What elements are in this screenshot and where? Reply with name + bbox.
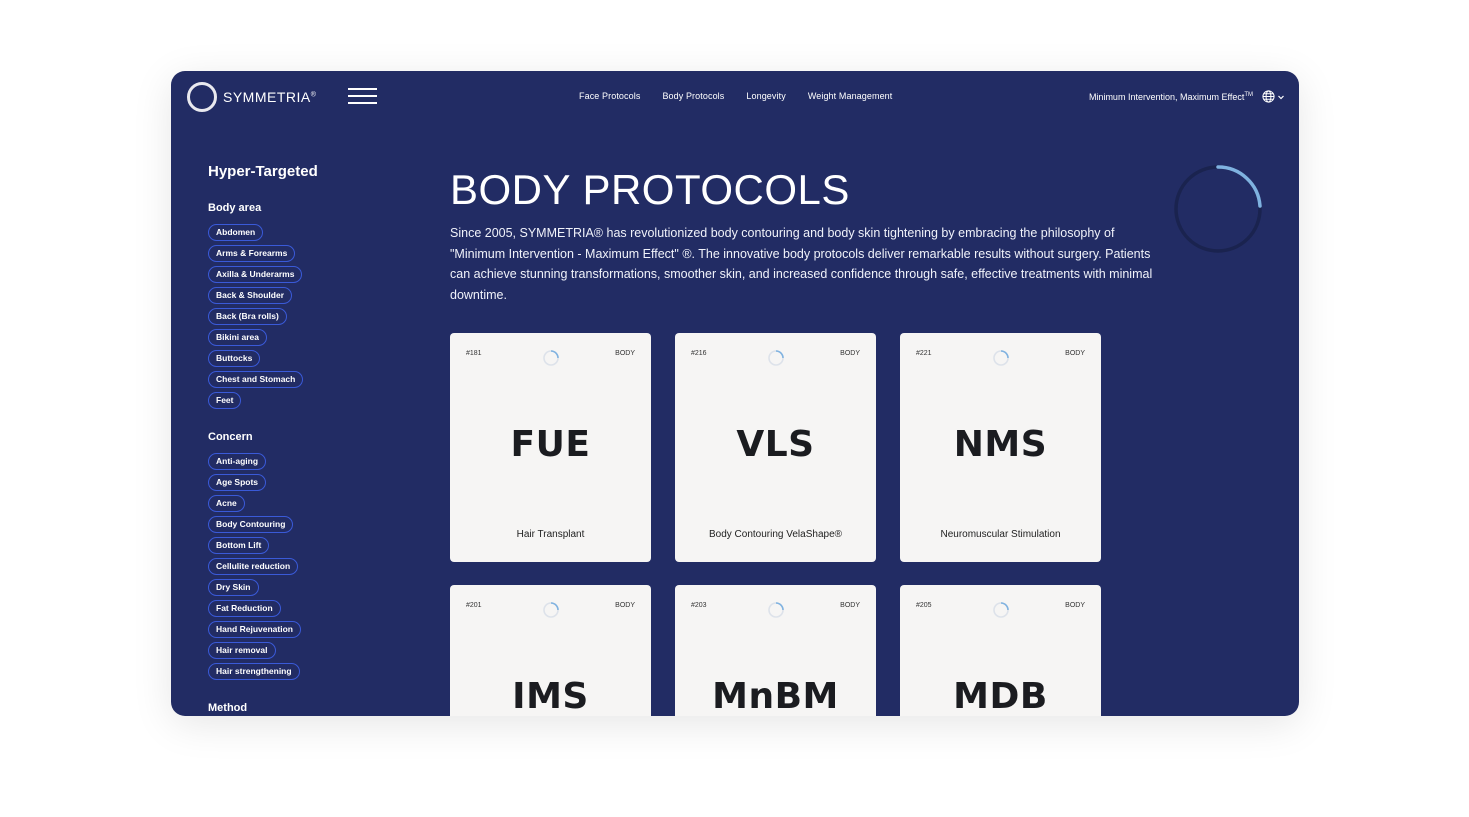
nav-longevity[interactable]: Longevity <box>746 91 785 101</box>
top-nav: Face Protocols Body Protocols Longevity … <box>579 91 892 101</box>
card-number: #181 <box>466 350 482 357</box>
card-tag: BODY <box>615 350 635 357</box>
nav-body-protocols[interactable]: Body Protocols <box>662 91 724 101</box>
card-code: NMS <box>953 424 1048 465</box>
filter-sidebar: Hyper-Targeted Body area Abdomen Arms & … <box>208 163 408 716</box>
chip-bikini-area[interactable]: Bikini area <box>208 329 267 346</box>
nav-face-protocols[interactable]: Face Protocols <box>579 91 640 101</box>
card-code: IMS <box>512 676 589 716</box>
chip-axilla-underarms[interactable]: Axilla & Underarms <box>208 266 303 283</box>
body-area-chips: Abdomen Arms & Forearms Axilla & Underar… <box>208 224 408 409</box>
card-number: #203 <box>691 602 707 609</box>
protocol-card[interactable]: #181 BODY FUE Hair Transplant <box>450 333 651 562</box>
card-number: #201 <box>466 602 482 609</box>
concern-chips: Anti-aging Age Spots Acne Body Contourin… <box>208 453 408 680</box>
card-tag: BODY <box>615 602 635 609</box>
protocol-card[interactable]: #201 BODY IMS <box>450 585 651 716</box>
card-spinner-icon <box>768 350 784 366</box>
chip-feet[interactable]: Feet <box>208 392 242 409</box>
chip-back-shoulder[interactable]: Back & Shoulder <box>208 287 293 304</box>
chip-fat-reduction[interactable]: Fat Reduction <box>208 600 281 617</box>
chip-body-contouring[interactable]: Body Contouring <box>208 516 294 533</box>
card-code: MnBM <box>712 676 839 716</box>
card-tag: BODY <box>1065 350 1085 357</box>
card-number: #221 <box>916 350 932 357</box>
chip-buttocks[interactable]: Buttocks <box>208 350 261 367</box>
logo-ring-icon <box>187 82 217 112</box>
sidebar-title: Hyper-Targeted <box>208 163 318 180</box>
chip-hand-rejuvenation[interactable]: Hand Rejuvenation <box>208 621 301 638</box>
chip-abdomen[interactable]: Abdomen <box>208 224 264 241</box>
card-spinner-icon <box>993 602 1009 618</box>
card-code: MDB <box>953 676 1048 716</box>
chip-hair-removal[interactable]: Hair removal <box>208 642 276 659</box>
chip-back-bra-rolls[interactable]: Back (Bra rolls) <box>208 308 287 325</box>
app-window: SYMMETRIA® Face Protocols Body Protocols… <box>171 71 1299 716</box>
chip-hair-strengthening[interactable]: Hair strengthening <box>208 663 300 680</box>
card-tag: BODY <box>1065 602 1085 609</box>
card-tag: BODY <box>840 602 860 609</box>
card-name: Body Contouring VelaShape® <box>708 529 843 540</box>
language-selector[interactable] <box>1262 90 1285 103</box>
card-number: #205 <box>916 602 932 609</box>
card-code: VLS <box>736 424 815 465</box>
nav-weight-management[interactable]: Weight Management <box>808 91 893 101</box>
card-spinner-icon <box>993 350 1009 366</box>
protocol-card[interactable]: #205 BODY MDB <box>900 585 1101 716</box>
card-spinner-icon <box>543 350 559 366</box>
tagline: Minimum Intervention, Maximum EffectTM <box>1088 92 1253 102</box>
card-code: FUE <box>510 424 591 465</box>
card-number: #216 <box>691 350 707 357</box>
chip-dry-skin[interactable]: Dry Skin <box>208 579 259 596</box>
logo-text: SYMMETRIA® <box>223 89 317 105</box>
globe-icon <box>1262 90 1275 103</box>
protocol-card[interactable]: #216 BODY VLS Body Contouring VelaShape® <box>675 333 876 562</box>
chip-bottom-lift[interactable]: Bottom Lift <box>208 537 270 554</box>
loading-spinner-icon <box>1174 165 1262 253</box>
card-tag: BODY <box>840 350 860 357</box>
protocol-card[interactable]: #203 BODY MnBM <box>675 585 876 716</box>
card-name: Neuromuscular Stimulation <box>940 529 1061 540</box>
chip-acne[interactable]: Acne <box>208 495 245 512</box>
card-name: Hair Transplant <box>516 529 585 540</box>
concern-heading: Concern <box>208 431 253 443</box>
chip-anti-aging[interactable]: Anti-aging <box>208 453 267 470</box>
chip-cellulite-reduction[interactable]: Cellulite reduction <box>208 558 299 575</box>
intro-text: Since 2005, SYMMETRIA® has revolutionize… <box>450 226 1153 303</box>
chip-arms-forearms[interactable]: Arms & Forearms <box>208 245 296 262</box>
page-title: BODY PROTOCOLS <box>450 166 850 213</box>
card-spinner-icon <box>543 602 559 618</box>
body-area-heading: Body area <box>208 202 262 214</box>
chip-chest-stomach[interactable]: Chest and Stomach <box>208 371 304 388</box>
protocol-card[interactable]: #221 BODY NMS Neuromuscular Stimulation <box>900 333 1101 562</box>
method-heading: Method <box>208 702 248 714</box>
chevron-down-icon <box>1278 95 1284 99</box>
menu-icon[interactable] <box>348 88 377 106</box>
logo[interactable]: SYMMETRIA® <box>187 82 316 112</box>
chip-age-spots[interactable]: Age Spots <box>208 474 267 491</box>
card-spinner-icon <box>768 602 784 618</box>
